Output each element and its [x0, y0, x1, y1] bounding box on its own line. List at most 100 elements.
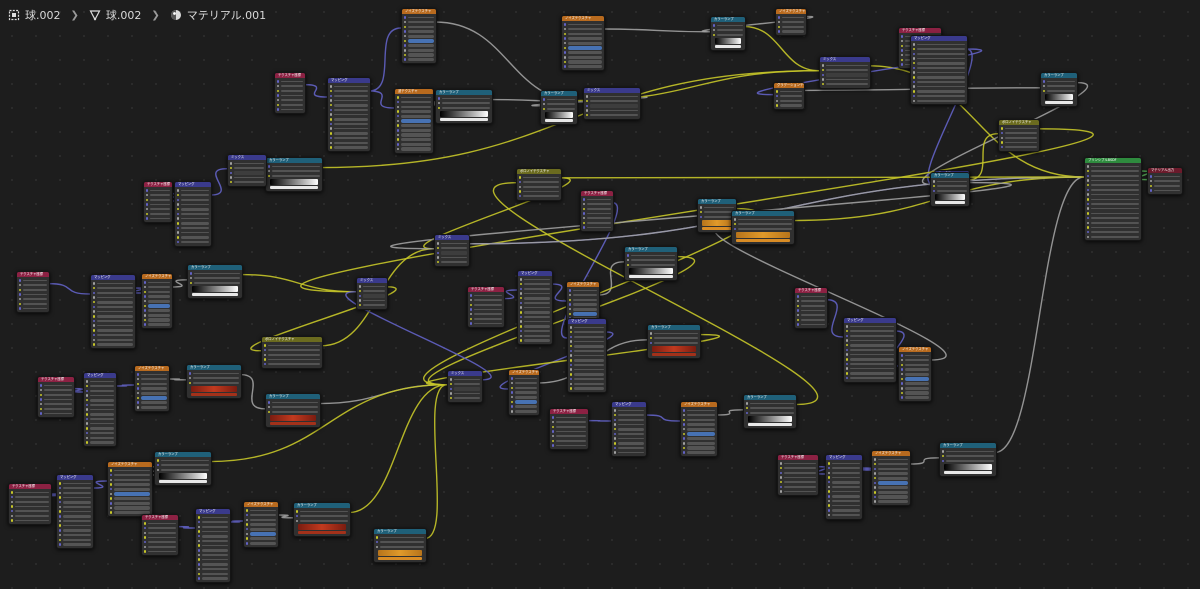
- socket-icon[interactable]: [268, 405, 271, 409]
- socket-icon[interactable]: [397, 124, 400, 127]
- node-socket-row[interactable]: [177, 235, 209, 240]
- socket-icon[interactable]: [86, 380, 89, 383]
- socket-icon[interactable]: [404, 20, 407, 24]
- node-socket-row[interactable]: [564, 55, 602, 59]
- color-ramp-bar[interactable]: [1045, 94, 1073, 101]
- color-ramp-swatch[interactable]: [440, 118, 488, 122]
- socket-icon[interactable]: [520, 282, 523, 286]
- socket-icon[interactable]: [700, 210, 703, 214]
- node-link[interactable]: [170, 279, 188, 288]
- node-socket-row[interactable]: [901, 377, 929, 381]
- color-ramp-swatch[interactable]: [378, 557, 422, 561]
- socket-icon[interactable]: [19, 293, 22, 296]
- socket-icon[interactable]: [177, 240, 180, 244]
- socket-icon[interactable]: [552, 444, 555, 447]
- node-mix1[interactable]: ミックス: [583, 87, 641, 120]
- color-ramp-swatch[interactable]: [545, 119, 573, 123]
- socket-icon[interactable]: [359, 289, 362, 293]
- node-link[interactable]: [559, 176, 1085, 179]
- node-socket-row[interactable]: [397, 119, 431, 123]
- socket-icon[interactable]: [144, 309, 147, 312]
- node-mix6[interactable]: ミックス: [434, 234, 470, 267]
- socket-icon[interactable]: [59, 543, 62, 546]
- socket-icon[interactable]: [543, 102, 546, 106]
- socket-icon[interactable]: [520, 315, 523, 319]
- socket-icon[interactable]: [569, 303, 572, 306]
- socket-icon[interactable]: [397, 96, 400, 99]
- node-header[interactable]: グラデーションテクスチャ: [774, 83, 804, 88]
- socket-icon[interactable]: [470, 303, 473, 307]
- socket-icon[interactable]: [778, 30, 781, 33]
- socket-icon[interactable]: [198, 567, 201, 571]
- node-socket-row[interactable]: [437, 251, 467, 255]
- socket-icon[interactable]: [586, 114, 589, 117]
- socket-icon[interactable]: [404, 39, 407, 43]
- node-socket-row[interactable]: [93, 314, 133, 318]
- node-socket-row[interactable]: [828, 494, 860, 498]
- node-socket-row[interactable]: [93, 328, 133, 333]
- socket-icon[interactable]: [913, 62, 916, 65]
- socket-icon[interactable]: [246, 528, 249, 531]
- node-socket-row[interactable]: [901, 386, 929, 390]
- socket-icon[interactable]: [570, 387, 573, 390]
- node-math3[interactable]: ボロノイテクスチャ: [516, 168, 562, 201]
- socket-icon[interactable]: [110, 469, 113, 472]
- socket-icon[interactable]: [268, 169, 271, 173]
- node-socket-row[interactable]: [511, 400, 537, 404]
- node-socket-row[interactable]: [230, 171, 264, 175]
- node-cr10[interactable]: カラーランプ: [647, 324, 701, 360]
- socket-icon[interactable]: [1087, 193, 1090, 196]
- node-link[interactable]: [176, 525, 196, 529]
- node-link[interactable]: [228, 520, 244, 523]
- socket-icon[interactable]: [437, 246, 440, 250]
- socket-icon[interactable]: [583, 198, 586, 201]
- socket-icon[interactable]: [404, 35, 407, 38]
- socket-icon[interactable]: [901, 382, 904, 385]
- node-socket-row[interactable]: [230, 180, 264, 184]
- socket-icon[interactable]: [780, 481, 783, 484]
- socket-icon[interactable]: [144, 323, 147, 326]
- node-socket-row[interactable]: [137, 405, 167, 409]
- node-socket-row[interactable]: [40, 411, 72, 415]
- node-socket-row[interactable]: [264, 362, 320, 366]
- socket-icon[interactable]: [901, 58, 904, 62]
- node-socket-row[interactable]: [1087, 235, 1139, 239]
- node-noise4[interactable]: ノイズテクスチャ: [141, 273, 173, 330]
- node-link[interactable]: [276, 514, 294, 519]
- socket-icon[interactable]: [1087, 230, 1090, 234]
- node-cr4[interactable]: カラーランプ: [710, 16, 746, 52]
- socket-icon[interactable]: [198, 539, 201, 543]
- socket-icon[interactable]: [144, 285, 147, 289]
- socket-icon[interactable]: [713, 24, 716, 27]
- socket-icon[interactable]: [569, 312, 572, 316]
- socket-icon[interactable]: [264, 363, 267, 366]
- node-socket-row[interactable]: [683, 450, 715, 455]
- socket-icon[interactable]: [470, 317, 473, 321]
- node-socket-row[interactable]: [700, 215, 734, 219]
- socket-icon[interactable]: [780, 466, 783, 470]
- node-header[interactable]: ノイズテクスチャ: [142, 274, 172, 279]
- socket-icon[interactable]: [397, 138, 400, 141]
- node-socket-row[interactable]: [177, 240, 209, 244]
- node-socket-row[interactable]: [359, 294, 385, 298]
- socket-icon[interactable]: [511, 386, 514, 390]
- color-ramp-bar[interactable]: [270, 415, 316, 422]
- socket-icon[interactable]: [190, 276, 193, 280]
- node-socket-row[interactable]: [397, 147, 431, 151]
- socket-icon[interactable]: [846, 358, 849, 361]
- node-socket-row[interactable]: [511, 395, 537, 399]
- node-tc5[interactable]: テクスチャ座標: [37, 376, 75, 419]
- socket-icon[interactable]: [569, 289, 572, 292]
- socket-icon[interactable]: [146, 217, 149, 220]
- node-x7[interactable]: ノイズテクスチャ: [243, 501, 279, 548]
- node-link[interactable]: [239, 373, 266, 410]
- node-link[interactable]: [908, 457, 940, 465]
- socket-icon[interactable]: [296, 519, 299, 523]
- node-socket-row[interactable]: [404, 53, 434, 57]
- node-socket-row[interactable]: [277, 107, 303, 111]
- socket-icon[interactable]: [198, 530, 201, 533]
- socket-icon[interactable]: [569, 298, 572, 302]
- node-map7[interactable]: マッピング: [567, 318, 607, 393]
- node-socket-row[interactable]: [874, 490, 908, 494]
- socket-icon[interactable]: [40, 393, 43, 397]
